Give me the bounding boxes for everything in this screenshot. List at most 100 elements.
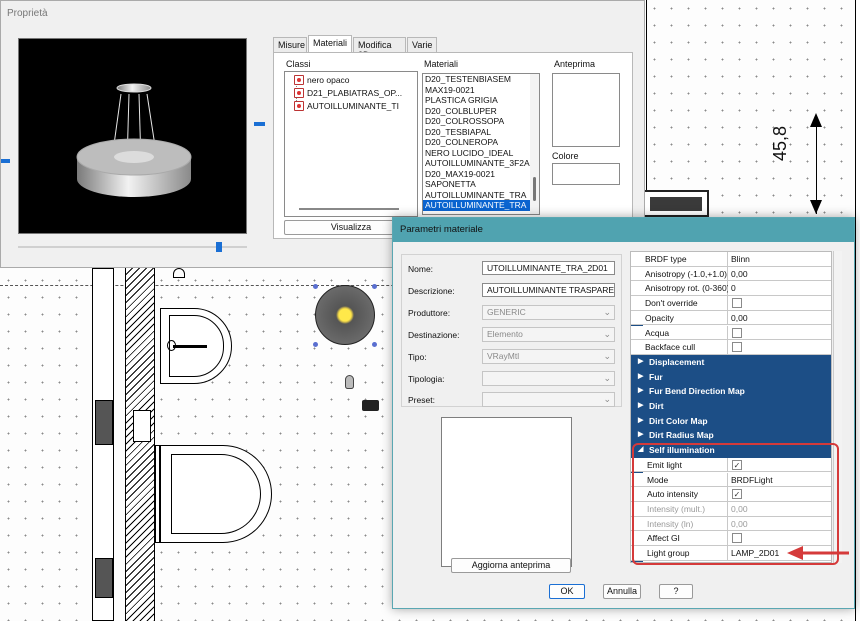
category-title: Dirt Radius Map: [649, 430, 714, 441]
property-row[interactable]: Anisotropy (-1.0,+1.0) 0,00: [631, 266, 831, 282]
material-list-item[interactable]: D20_COLROSSOPA: [423, 116, 539, 127]
property-value-text: Blinn: [731, 254, 750, 264]
model-3d-preview[interactable]: [18, 38, 247, 234]
tab-varie[interactable]: Varie: [407, 37, 437, 52]
tipologia-label: Tipologia:: [408, 374, 445, 384]
material-list-item[interactable]: NERO LUCIDO_IDEAL: [423, 148, 539, 159]
material-list-item[interactable]: D20_COLBLUPER: [423, 106, 539, 117]
property-value[interactable]: [728, 340, 831, 355]
material-list-item[interactable]: PLASTICA GRIGIA: [423, 95, 539, 106]
class-item-label: nero opaco: [307, 75, 350, 85]
tab-modifica-3d[interactable]: Modifica 3D: [353, 37, 406, 60]
selection-grip[interactable]: [372, 342, 377, 347]
property-value[interactable]: Blinn: [728, 252, 831, 267]
material-list-item[interactable]: D20_TESBIAPAL: [423, 127, 539, 138]
preview-vertical-slider-thumb[interactable]: [1, 159, 10, 163]
property-value[interactable]: [728, 296, 831, 311]
property-value[interactable]: [728, 325, 831, 341]
property-category-header[interactable]: ▶ Dirt Radius Map: [631, 428, 831, 444]
chevron-down-icon: ⌄: [603, 307, 611, 317]
property-value-text: 0,00: [731, 312, 748, 323]
preview-label: Anteprima: [554, 59, 596, 69]
ceiling-lamp-symbol[interactable]: [315, 285, 375, 345]
material-class-icon: [294, 75, 304, 85]
material-list-item[interactable]: AUTOILLUMINANTE_TRA: [423, 190, 539, 201]
material-list-item[interactable]: AUTOILLUMINANTE_TRA: [423, 200, 539, 211]
chevron-down-icon: ⌄: [603, 351, 611, 361]
property-row[interactable]: Backface cull: [631, 340, 831, 355]
preview-right-slider-thumb[interactable]: [254, 122, 265, 126]
tab-materiali[interactable]: Materiali: [308, 35, 352, 52]
materials-scrollbar-thumb[interactable]: [533, 177, 536, 201]
class-item[interactable]: AUTOILLUMINANTE_TI: [294, 100, 399, 112]
property-row[interactable]: Acqua: [631, 325, 831, 341]
property-value[interactable]: 0,00: [728, 266, 831, 282]
property-row[interactable]: Anisotropy rot. (0-360) 0: [631, 281, 831, 297]
selection-grip[interactable]: [372, 284, 377, 289]
descrizione-label: Descrizione:: [408, 286, 455, 296]
category-title: Fur Bend Direction Map: [649, 386, 745, 397]
annulla-button[interactable]: Annulla: [603, 584, 641, 599]
property-row[interactable]: Opacity 0,00: [631, 310, 831, 326]
material-list-item[interactable]: AUTOILLUMINANTE_3F2A: [423, 158, 539, 169]
preview-horizontal-slider[interactable]: [18, 246, 247, 248]
collapsed-arrow-icon: ▶: [638, 387, 644, 395]
property-label: Backface cull: [631, 340, 728, 355]
wall-column: [95, 558, 113, 598]
class-item[interactable]: nero opaco: [294, 74, 350, 86]
classes-hscrollbar-thumb[interactable]: [299, 208, 399, 210]
color-label: Colore: [552, 151, 579, 161]
tab-misure[interactable]: Misure: [273, 37, 307, 52]
dialog-title: Parametri materiale: [393, 218, 854, 242]
checkbox-icon[interactable]: [732, 327, 742, 338]
property-category-header[interactable]: ▶ Dirt: [631, 399, 831, 414]
checkbox-icon[interactable]: [732, 298, 742, 309]
material-list-item[interactable]: SAPONETTA: [423, 179, 539, 190]
property-category-header[interactable]: ▶ Dirt Color Map: [631, 413, 831, 429]
collapsed-arrow-icon: ▶: [638, 372, 644, 380]
selection-grip[interactable]: [313, 342, 318, 347]
selection-grip[interactable]: [313, 284, 318, 289]
produttore-select[interactable]: GENERIC ⌄: [482, 305, 615, 320]
checkbox-icon[interactable]: [732, 342, 742, 353]
material-list-item[interactable]: D20_TESTENBIASEM: [423, 74, 539, 85]
property-category-header[interactable]: ▶ Displacement: [631, 354, 831, 370]
classes-list[interactable]: nero opaco D21_PLABIATRAS_OP... AUTOILLU…: [284, 71, 418, 217]
property-row[interactable]: Don't override: [631, 296, 831, 311]
material-list-item[interactable]: D20_MAX19-0021: [423, 169, 539, 180]
property-label: Anisotropy (-1.0,+1.0): [631, 266, 728, 282]
descrizione-input[interactable]: AUTOILLUMINANTE TRASPARE: [482, 283, 615, 297]
tipologia-select[interactable]: ⌄: [482, 371, 615, 386]
property-label: Acqua: [631, 325, 728, 341]
help-button[interactable]: ?: [659, 584, 693, 599]
preview-horizontal-slider-thumb[interactable]: [216, 242, 222, 252]
property-category-header[interactable]: ▶ Fur Bend Direction Map: [631, 384, 831, 399]
properties-window-title: Proprietà: [7, 8, 48, 19]
destinazione-select[interactable]: Elemento ⌄: [482, 327, 615, 342]
tipo-label: Tipo:: [408, 352, 427, 362]
update-preview-button[interactable]: Aggiorna anteprima: [451, 558, 571, 573]
property-category-header[interactable]: ▶ Fur: [631, 369, 831, 385]
ok-button[interactable]: OK: [549, 584, 585, 599]
materials-tab-panel: Classi nero opaco D21_PLABIATRAS_OP... A…: [273, 52, 633, 239]
cad-fixture-block: [643, 190, 709, 217]
property-label: Anisotropy rot. (0-360): [631, 281, 730, 297]
collapsed-arrow-icon: ▶: [638, 431, 644, 439]
property-row[interactable]: BRDF type Blinn: [631, 252, 831, 267]
chevron-down-icon: ⌄: [603, 329, 611, 339]
material-color-swatch[interactable]: [552, 163, 620, 185]
property-value[interactable]: 0: [728, 281, 831, 297]
preset-select[interactable]: ⌄: [482, 392, 615, 407]
property-value[interactable]: 0,00: [728, 310, 831, 326]
tipo-select[interactable]: VRayMtl ⌄: [482, 349, 615, 364]
materials-list[interactable]: D20_TESTENBIASEM MAX19-0021 PLASTICA GRIGI…: [422, 73, 540, 215]
lamp-3d-render: [76, 83, 192, 197]
nome-input[interactable]: UTOILLUMINANTE_TRA_2D01: [482, 261, 615, 275]
material-list-item[interactable]: MAX19-0021: [423, 85, 539, 96]
material-list-item[interactable]: D20_COLNEROPA: [423, 137, 539, 148]
property-label: Don't override: [631, 296, 728, 311]
nome-label: Nome:: [408, 264, 434, 274]
class-item[interactable]: D21_PLABIATRAS_OP...: [294, 87, 402, 99]
wall-column: [95, 400, 113, 445]
dimension-arrow-up: [810, 113, 822, 127]
